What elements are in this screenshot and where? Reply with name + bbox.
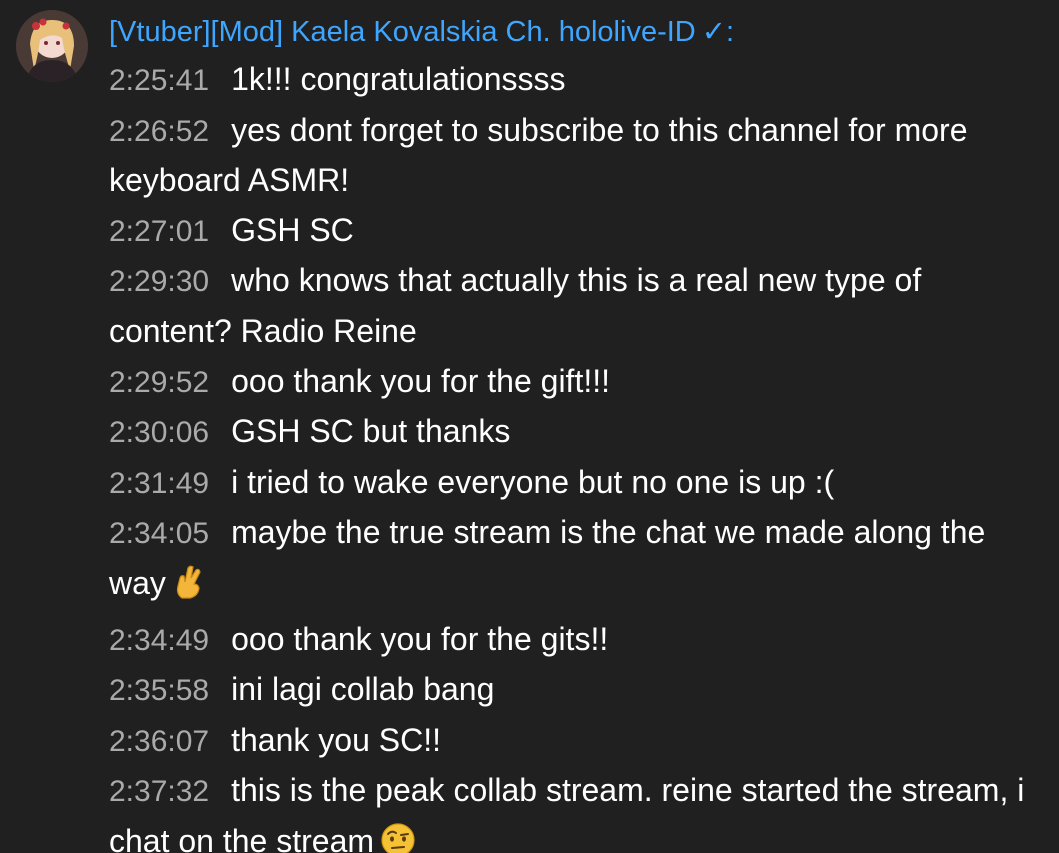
- chat-message: 2:25:41 1k!!! congratulationssss: [109, 55, 1044, 106]
- message-text: ini lagi collab bang: [231, 671, 495, 708]
- author-separator: :: [726, 16, 735, 48]
- message-timestamp: 2:34:49: [109, 623, 210, 657]
- message-text: ooo thank you for the gits!!: [231, 620, 609, 657]
- message-timestamp: 2:26:52: [109, 114, 210, 148]
- chat-message: 2:37:32 this is the peak collab stream. r…: [109, 766, 1044, 853]
- chat-message: 2:36:07 thank you SC!!: [109, 716, 1044, 767]
- chat-message: 2:35:58 ini lagi collab bang: [109, 665, 1044, 716]
- message-timestamp: 2:29:30: [109, 265, 210, 299]
- message-text: 1k!!! congratulationssss: [231, 61, 566, 97]
- message-timestamp: 2:27:01: [109, 214, 210, 248]
- message-text: i tried to wake everyone but no one is u…: [231, 463, 835, 500]
- message-text: yes dont forget to subscribe to this cha…: [109, 111, 968, 199]
- message-list: 2:25:41 1k!!! congratulationssss 2:26:52 y…: [109, 55, 1044, 853]
- message-text: ooo thank you for the gift!!!: [231, 362, 610, 399]
- message-timestamp: 2:34:05: [109, 517, 210, 551]
- chat-message: 2:31:49 i tried to wake everyone but no o…: [109, 458, 1044, 509]
- verified-icon: ✓: [701, 16, 727, 48]
- chat-message: 2:27:01 GSH SC: [109, 206, 1044, 257]
- message-timestamp: 2:29:52: [109, 365, 210, 399]
- message-text: GSH SC but thanks: [231, 413, 511, 450]
- message-timestamp: 2:36:07: [109, 724, 210, 758]
- author-line: [Vtuber][Mod] Kaela Kovalskia Ch. hololi…: [109, 13, 734, 51]
- crossed-fingers-icon: [172, 564, 206, 615]
- author-name[interactable]: [Vtuber][Mod] Kaela Kovalskia Ch. hololi…: [109, 16, 696, 48]
- chat-message: 2:30:06 GSH SC but thanks: [109, 407, 1044, 458]
- chat-message: 2:34:49 ooo thank you for the gits!!: [109, 615, 1044, 666]
- message-timestamp: 2:30:06: [109, 416, 210, 450]
- chat-message: 2:29:52 ooo thank you for the gift!!!: [109, 357, 1044, 408]
- message-text: thank you SC!!: [231, 721, 441, 758]
- chat-message: 2:34:05 maybe the true stream is the chat…: [109, 508, 1044, 614]
- message-timestamp: 2:35:58: [109, 674, 210, 708]
- face-with-raised-eyebrow-icon: [380, 822, 416, 853]
- message-timestamp: 2:37:32: [109, 775, 210, 809]
- message-text: maybe the true stream is the chat we mad…: [109, 514, 986, 601]
- avatar[interactable]: [16, 10, 88, 82]
- message-text: who knows that actually this is a real n…: [109, 262, 922, 349]
- message-text: this is the peak collab stream. reine st…: [109, 772, 1025, 853]
- message-timestamp: 2:25:41: [109, 64, 210, 97]
- chat-log: [Vtuber][Mod] Kaela Kovalskia Ch. hololi…: [0, 0, 1059, 853]
- message-text: GSH SC: [231, 211, 354, 248]
- chat-message: 2:26:52 yes dont forget to subscribe to t…: [109, 106, 1044, 206]
- chat-message: 2:29:30 who knows that actually this is a…: [109, 256, 1044, 356]
- message-timestamp: 2:31:49: [109, 466, 210, 500]
